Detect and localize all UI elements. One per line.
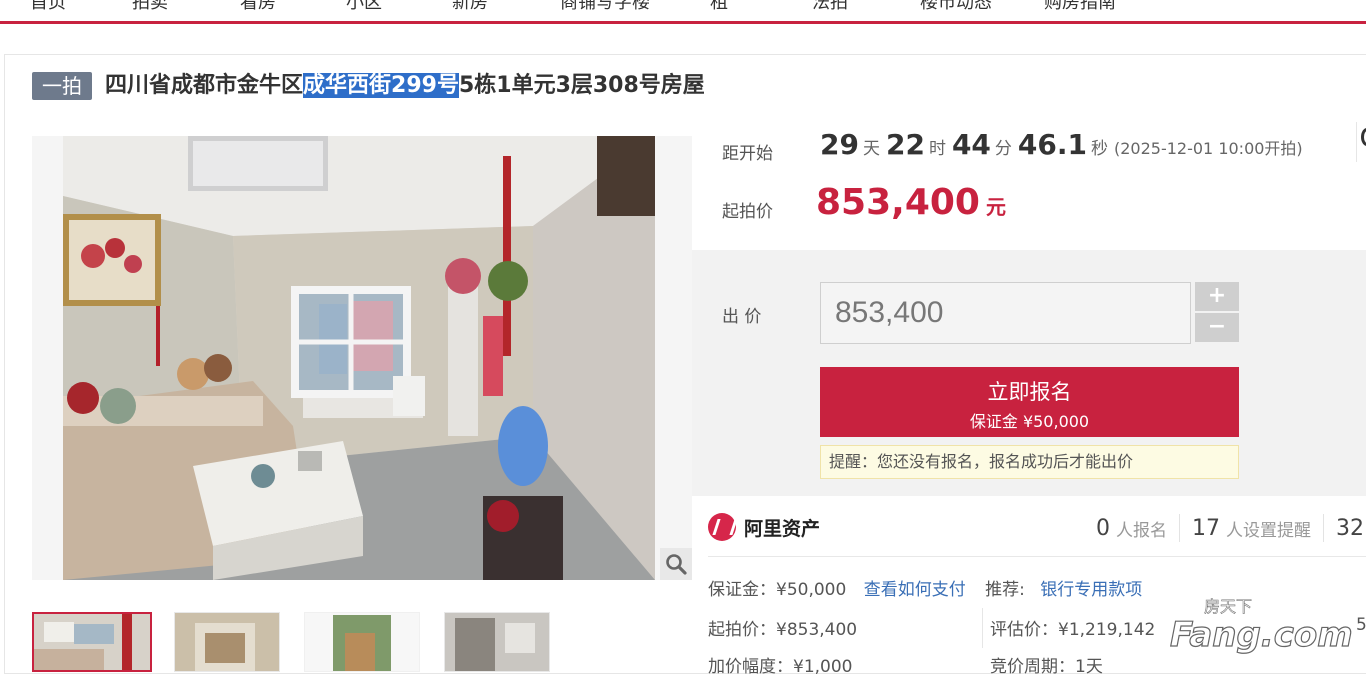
how-to-pay-link[interactable]: 查看如何支付 <box>864 580 966 600</box>
platform-brand[interactable]: 阿里资产 <box>708 512 820 542</box>
start-price: 853,400 元 <box>816 182 1006 223</box>
signup-deposit-text: 保证金 ¥50,000 <box>969 412 1090 431</box>
countdown-hours: 22 <box>885 128 925 161</box>
detail-divider <box>982 608 983 648</box>
recommend-label: 推荐: <box>985 580 1025 600</box>
auction-stats: 0 人报名 17 人设置提醒 32 <box>1096 512 1366 544</box>
view-count: 32 <box>1336 515 1364 541</box>
signup-button-label: 立即报名 <box>987 380 1072 404</box>
thumbnail-1[interactable] <box>32 612 152 672</box>
bid-amount-input[interactable]: 853,400 <box>820 282 1191 344</box>
fang-watermark: 房天下 Fang.com <box>1169 592 1366 662</box>
reminder-count: 17 <box>1192 515 1220 541</box>
decrease-bid-button[interactable]: − <box>1195 313 1239 342</box>
zoom-button[interactable] <box>660 548 692 580</box>
platform-name: 阿里资产 <box>744 517 821 540</box>
countdown-timer: 29 天 22 时 44 分 46.1 秒 (2025-12-01 10:00开拍) <box>820 128 1303 161</box>
start-price-label: 起拍价 <box>722 202 773 222</box>
page-title: 四川省成都市金牛区成华西街299号5栋1单元3层308号房屋 <box>105 70 705 102</box>
nav-item-foreclosure[interactable]: 法拍 <box>812 0 848 14</box>
watermark-top: 房天下 <box>1204 597 1252 616</box>
countdown-seconds-unit: 秒 <box>1091 139 1108 159</box>
reminder-count-label: 人设置提醒 <box>1226 520 1311 541</box>
title-highlight: 成华西街299号 <box>303 73 459 98</box>
countdown-hours-unit: 时 <box>928 139 946 159</box>
start-price-unit: 元 <box>985 195 1006 219</box>
nav-item-community[interactable]: 小区 <box>346 0 382 14</box>
stats-divider <box>1323 514 1324 542</box>
auction-round-badge: 一拍 <box>32 72 92 100</box>
clipped-side-widget[interactable] <box>1356 122 1366 162</box>
title-suffix: 5栋1单元3层308号房屋 <box>458 73 705 98</box>
deposit-text: 保证金：¥50,000 <box>708 580 847 600</box>
nav-item-rent[interactable]: 租 <box>710 0 728 14</box>
countdown-minutes: 44 <box>951 128 991 161</box>
thumbnail-2[interactable] <box>174 612 280 672</box>
nav-item-buying-guide[interactable]: 购房指南 <box>1044 0 1116 14</box>
ali-assets-logo-icon <box>708 513 736 541</box>
main-photo[interactable] <box>63 136 655 580</box>
start-time-note: (2025-12-01 10:00开拍) <box>1114 139 1303 158</box>
nav-item-auction[interactable]: 拍卖 <box>132 0 168 14</box>
signup-reminder: 提醒：您还没有报名，报名成功后才能出价 <box>820 445 1239 479</box>
nav-item-home[interactable]: 首页 <box>30 0 66 14</box>
watermark-main: Fang.com <box>1170 615 1353 655</box>
thumbnail-4[interactable] <box>444 612 550 672</box>
signup-count: 0 <box>1096 515 1110 541</box>
start-price-value: 853,400 <box>816 182 980 223</box>
top-navigation: 首页 拍卖 看房 小区 新房 商铺写字楼 租 法拍 楼市动态 购房指南 <box>0 0 1366 24</box>
nav-item-market-news[interactable]: 楼市动态 <box>920 0 992 14</box>
section-divider <box>708 556 1366 557</box>
title-prefix: 四川省成都市金牛区 <box>105 73 304 98</box>
nav-item-commercial[interactable]: 商铺写字楼 <box>560 0 650 14</box>
increment-detail: 加价幅度：¥1,000 <box>708 657 853 677</box>
nav-item-new-homes[interactable]: 新房 <box>452 0 488 14</box>
increase-bid-button[interactable]: + <box>1195 282 1239 311</box>
main-photo-frame <box>32 136 692 580</box>
bidding-cycle: 竞价周期：1天 <box>990 657 1103 677</box>
bid-label: 出 价 <box>722 307 762 327</box>
countdown-label: 距开始 <box>722 144 773 164</box>
signup-count-label: 人报名 <box>1116 520 1167 541</box>
countdown-minutes-unit: 分 <box>994 139 1012 159</box>
nav-item-viewing[interactable]: 看房 <box>240 0 276 14</box>
deposit-row: 保证金：¥50,000 查看如何支付 推荐: 银行专用款项 <box>708 575 1142 600</box>
stats-divider <box>1179 514 1180 542</box>
bank-funds-link[interactable]: 银行专用款项 <box>1040 580 1142 600</box>
thumbnail-3[interactable] <box>304 612 420 672</box>
start-price-detail: 起拍价：¥853,400 <box>708 620 858 640</box>
clipped-icon <box>1361 128 1366 146</box>
appraisal-price: 评估价：¥1,219,142 <box>990 620 1156 640</box>
magnifier-icon <box>666 554 687 575</box>
countdown-seconds: 46.1 <box>1017 128 1087 161</box>
signup-button[interactable]: 立即报名 保证金 ¥50,000 <box>820 367 1239 437</box>
countdown-days: 29 <box>820 128 859 161</box>
countdown-days-unit: 天 <box>862 139 880 159</box>
